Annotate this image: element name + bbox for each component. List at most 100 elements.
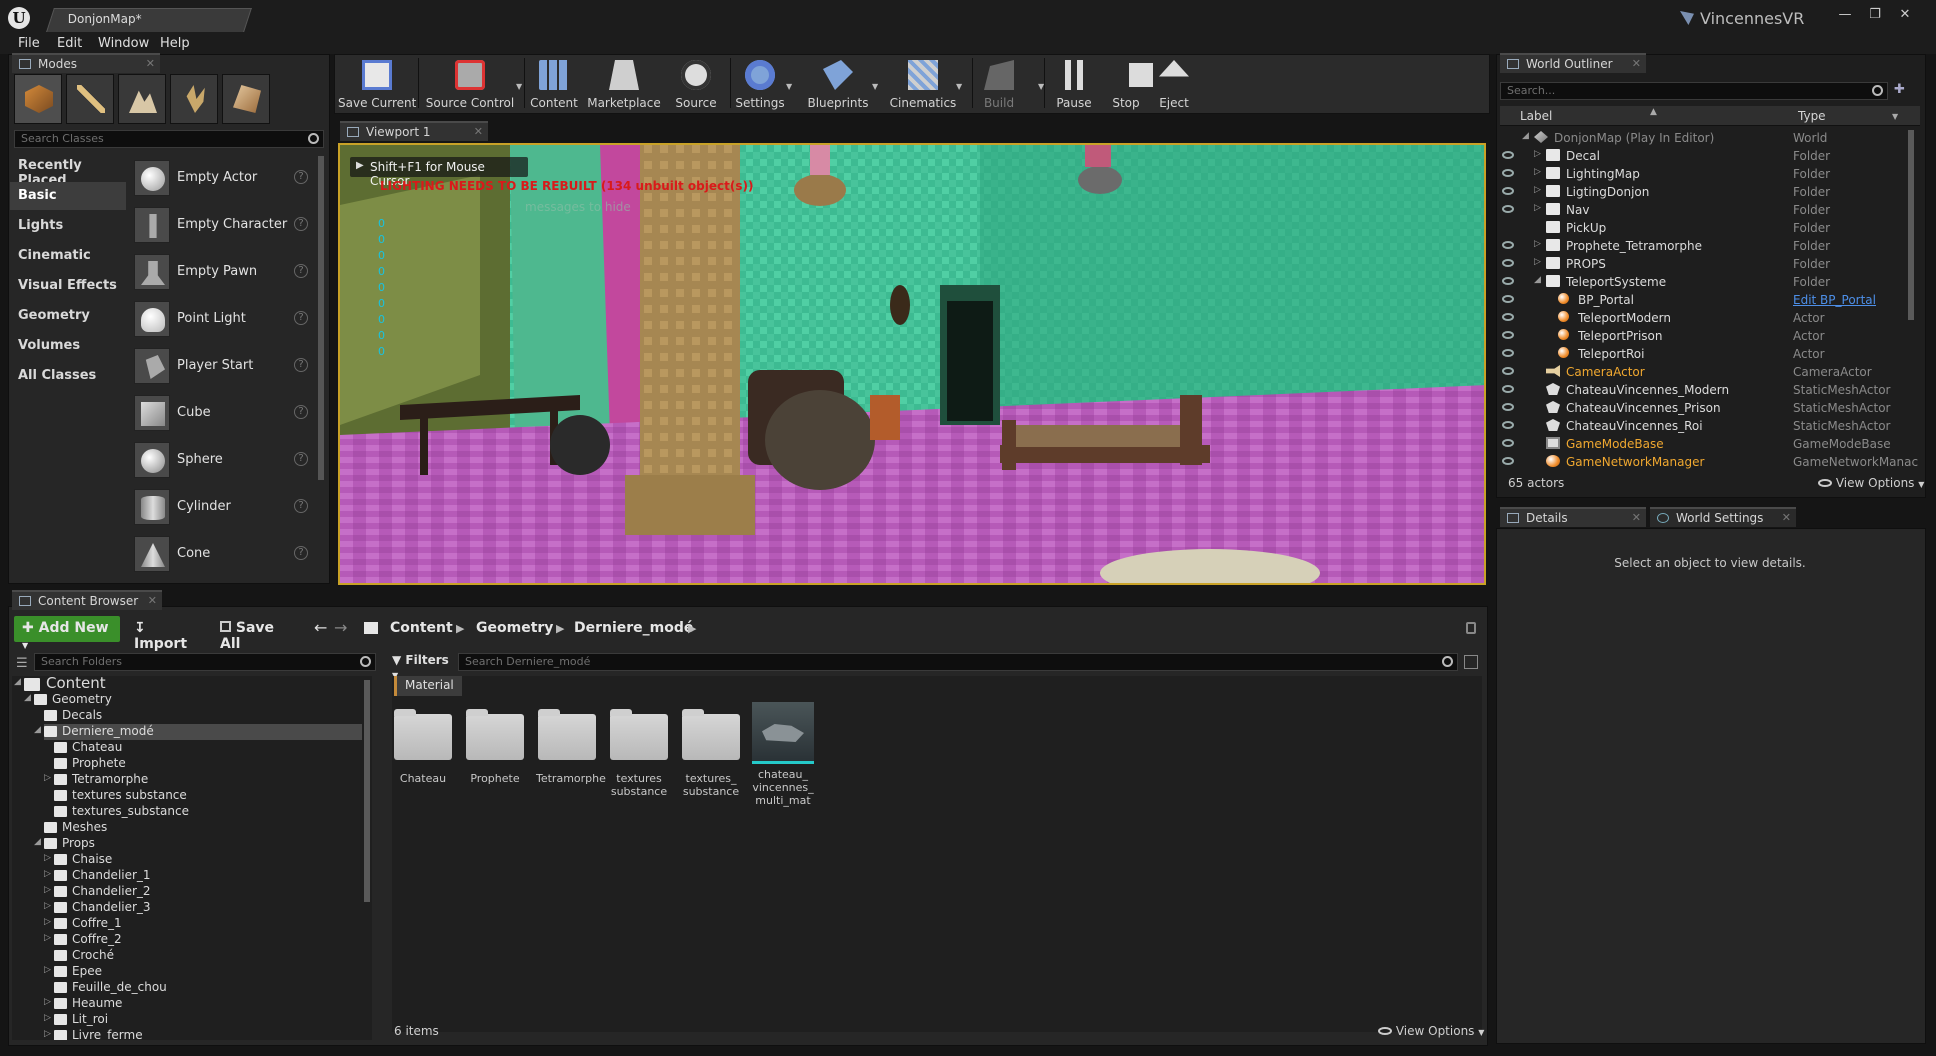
breadcrumb-separator-icon[interactable]: ▶	[556, 622, 564, 635]
place-item-empty-actor[interactable]: Empty Actor?	[130, 156, 314, 200]
visibility-eye-icon[interactable]	[1502, 205, 1514, 213]
forward-arrow-icon[interactable]: →	[334, 618, 347, 637]
outliner-scrollbar[interactable]	[1908, 130, 1914, 320]
category-lights[interactable]: Lights	[10, 212, 126, 240]
place-item-sphere[interactable]: Sphere?	[130, 438, 314, 482]
eject-button[interactable]: Eject	[1150, 56, 1198, 112]
import-button[interactable]: ↧ Import	[126, 616, 206, 652]
place-item-player-start[interactable]: Player Start?	[130, 344, 314, 388]
expanded-arrow-icon[interactable]: ◢	[1534, 275, 1541, 285]
outliner-row-teleportmodern[interactable]: TeleportModern Actor	[1500, 309, 1920, 327]
column-type[interactable]: Type	[1798, 109, 1826, 123]
breadcrumb-derniere-mod-[interactable]: Derniere_modé	[574, 620, 693, 636]
menu-file[interactable]: File	[18, 36, 40, 51]
collapsed-arrow-icon[interactable]: ▷	[44, 1029, 51, 1039]
settings-button[interactable]: Settings	[730, 56, 790, 112]
outliner-row-decal[interactable]: ▷ Decal Folder	[1500, 147, 1920, 165]
visibility-eye-icon[interactable]	[1502, 259, 1514, 267]
visibility-eye-icon[interactable]	[1502, 169, 1514, 177]
collapsed-arrow-icon[interactable]: ▷	[44, 997, 51, 1007]
breadcrumb-content[interactable]: Content	[390, 620, 453, 636]
category-geometry[interactable]: Geometry	[10, 302, 126, 330]
search-classes-input[interactable]: Search Classes	[14, 130, 324, 148]
settings-dropdown[interactable]: ▼	[786, 82, 792, 91]
outliner-row-teleportprison[interactable]: TeleportPrison Actor	[1500, 327, 1920, 345]
collapsed-arrow-icon[interactable]: ▷	[44, 853, 51, 863]
place-item-cylinder[interactable]: Cylinder?	[130, 485, 314, 529]
blueprints-button[interactable]: Blueprints	[800, 56, 876, 112]
outliner-row-chateauvincennes-roi[interactable]: ChateauVincennes_Roi StaticMeshActor	[1500, 417, 1920, 435]
visibility-eye-icon[interactable]	[1502, 313, 1514, 321]
visibility-eye-icon[interactable]	[1502, 187, 1514, 195]
expanded-arrow-icon[interactable]: ◢	[34, 725, 41, 735]
cinematics-dropdown[interactable]: ▼	[956, 82, 962, 91]
visibility-eye-icon[interactable]	[1502, 367, 1514, 375]
collapsed-arrow-icon[interactable]: ▷	[44, 933, 51, 943]
category-recently-placed[interactable]: Recently Placed	[10, 152, 126, 188]
asset-tile-folder[interactable]: Tetramorphe	[536, 702, 606, 785]
asset-tile-folder[interactable]: textures substance	[608, 702, 670, 798]
visibility-eye-icon[interactable]	[1502, 241, 1514, 249]
collapsed-arrow-icon[interactable]: ▷	[44, 901, 51, 911]
breadcrumb-geometry[interactable]: Geometry	[476, 620, 553, 636]
close-icon[interactable]: ✕	[146, 57, 155, 70]
back-arrow-icon[interactable]: ←	[314, 618, 327, 637]
tab-viewport[interactable]: Viewport 1 ✕	[340, 121, 488, 141]
collapsed-arrow-icon[interactable]: ▷	[44, 885, 51, 895]
outliner-row-gamenetworkmanager[interactable]: GameNetworkManager GameNetworkManac	[1500, 453, 1920, 471]
visibility-eye-icon[interactable]	[1502, 385, 1514, 393]
level-viewport[interactable]: ▶ Shift+F1 for Mouse Cursor LIGHTING NEE…	[338, 143, 1486, 585]
breadcrumb-separator-icon[interactable]: ▶	[456, 622, 464, 635]
visibility-eye-icon[interactable]	[1502, 277, 1514, 285]
tab-content-browser[interactable]: Content Browser ✕	[12, 590, 162, 610]
outliner-row-cameraactor[interactable]: CameraActor CameraActor	[1500, 363, 1920, 381]
modes-scrollbar[interactable]	[318, 156, 324, 480]
close-icon[interactable]: ✕	[474, 125, 483, 138]
collapsed-arrow-icon[interactable]: ▷	[1534, 185, 1541, 195]
help-icon[interactable]: ?	[294, 170, 308, 184]
outliner-row-pickup[interactable]: PickUp Folder	[1500, 219, 1920, 237]
minimize-button[interactable]: —	[1832, 6, 1858, 24]
help-icon[interactable]: ?	[294, 358, 308, 372]
category-basic[interactable]: Basic	[10, 182, 126, 210]
outliner-view-options[interactable]: View Options ▼	[1818, 476, 1924, 490]
outliner-row-prophete-tetramorphe[interactable]: ▷ Prophete_Tetramorphe Folder	[1500, 237, 1920, 255]
source-control-button[interactable]: Source Control	[420, 56, 520, 112]
outliner-row-gamemodebase[interactable]: GameModeBase GameModeBase	[1500, 435, 1920, 453]
menu-edit[interactable]: Edit	[57, 36, 82, 51]
category-visual-effects[interactable]: Visual Effects	[10, 272, 126, 300]
help-icon[interactable]: ?	[294, 405, 308, 419]
stop-button[interactable]: Stop	[1102, 56, 1153, 112]
outliner-search-input[interactable]: Search...	[1500, 82, 1888, 100]
outliner-row-lightingmap[interactable]: ▷ LightingMap Folder	[1500, 165, 1920, 183]
place-mode-button[interactable]	[14, 74, 62, 124]
close-icon[interactable]: ✕	[1632, 511, 1641, 524]
paint-mode-button[interactable]	[66, 74, 114, 124]
expanded-arrow-icon[interactable]: ◢	[1522, 131, 1529, 141]
filters-button[interactable]: ▼ Filters ▼	[392, 653, 456, 680]
save-all-button[interactable]: Save All	[212, 616, 304, 652]
category-cinematic[interactable]: Cinematic	[10, 242, 126, 270]
close-icon[interactable]: ✕	[148, 594, 157, 607]
help-icon[interactable]: ?	[294, 217, 308, 231]
search-folders-input[interactable]: Search Folders	[34, 653, 376, 671]
asset-tile-folder[interactable]: Chateau	[392, 702, 454, 785]
restore-button[interactable]: ❐	[1862, 6, 1888, 24]
column-label[interactable]: Label	[1520, 109, 1552, 123]
column-options-icon[interactable]: ▼	[1892, 112, 1898, 121]
place-item-cube[interactable]: Cube?	[130, 391, 314, 435]
help-icon[interactable]: ?	[294, 452, 308, 466]
marketplace-button[interactable]: Marketplace	[584, 56, 664, 112]
outliner-row-chateauvincennes-modern[interactable]: ChateauVincennes_Modern StaticMeshActor	[1500, 381, 1920, 399]
edit-blueprint-link[interactable]: Edit BP_Portal	[1793, 293, 1876, 307]
outliner-row-chateauvincennes-prison[interactable]: ChateauVincennes_Prison StaticMeshActor	[1500, 399, 1920, 417]
collapsed-arrow-icon[interactable]: ▷	[44, 773, 51, 783]
collapsed-arrow-icon[interactable]: ▷	[44, 917, 51, 927]
content-button[interactable]: Content	[526, 56, 582, 112]
collapsed-arrow-icon[interactable]: ▷	[1534, 203, 1541, 213]
visibility-eye-icon[interactable]	[1502, 403, 1514, 411]
asset-tile-static-mesh[interactable]: chateau_ vincennes_ multi_mat	[752, 702, 814, 807]
tree-scrollbar[interactable]	[364, 680, 370, 902]
source-control-dropdown[interactable]: ▼	[516, 82, 522, 91]
outliner-row-donjonmap-play-in-editor-[interactable]: ◢ DonjonMap (Play In Editor) World	[1500, 129, 1920, 147]
